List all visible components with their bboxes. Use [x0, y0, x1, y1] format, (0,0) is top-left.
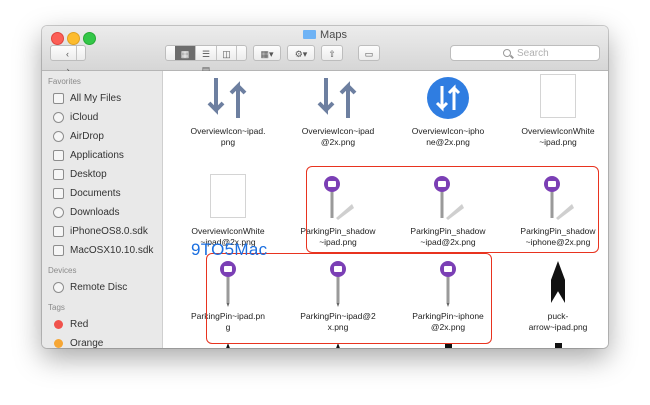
red-tag-icon — [54, 320, 63, 329]
arrange-button[interactable]: ▦▾ — [253, 45, 281, 61]
file-item[interactable]: OverviewIcon~ipad @2x.png — [283, 74, 393, 148]
share-icon: ⇧ — [328, 49, 336, 59]
all-files-icon — [53, 93, 64, 104]
sidebar-item-remote-disc[interactable]: Remote Disc — [42, 278, 162, 297]
finder-window: Maps ‹› ▦ ☰ ◫▤ ▦▾ ⚙▾ ⇧ ▭ Search Favorites … — [42, 26, 608, 348]
gray-overview-icon — [206, 74, 250, 122]
sidebar: Favorites All My Files iCloud AirDrop Ap… — [42, 71, 163, 348]
disc-icon — [53, 282, 64, 293]
blank-image-icon — [536, 74, 580, 122]
applications-icon — [53, 150, 64, 161]
file-name: OverviewIcon~ipad @2x.png — [301, 126, 375, 147]
action-button[interactable]: ⚙▾ — [287, 45, 315, 61]
airdrop-icon — [53, 131, 64, 142]
tags-button[interactable]: ▭ — [358, 45, 380, 61]
file-item[interactable]: puck- arrow~ipad.png — [503, 259, 608, 333]
sidebar-item-all-my-files[interactable]: All My Files — [42, 89, 162, 108]
file-name: OverviewIconWhite ~ipad.png — [521, 126, 595, 147]
sidebar-item-tag-red[interactable]: Red — [42, 315, 162, 334]
highlight-shadow-pins — [306, 166, 599, 253]
sidebar-item-macosx-sdk[interactable]: MacOSX10.10.sdk — [42, 241, 162, 260]
sidebar-item-desktop[interactable]: Desktop — [42, 165, 162, 184]
sidebar-item-applications[interactable]: Applications — [42, 146, 162, 165]
blank-image-icon — [206, 174, 250, 222]
file-item[interactable] — [503, 341, 608, 348]
sidebar-item-iphoneos-sdk[interactable]: iPhoneOS8.0.sdk — [42, 222, 162, 241]
sidebar-item-tag-orange[interactable]: Orange — [42, 334, 162, 348]
window-title: Maps — [42, 29, 608, 41]
search-placeholder: Search — [517, 48, 549, 59]
sidebar-item-airdrop[interactable]: AirDrop — [42, 127, 162, 146]
file-item[interactable]: OverviewIconWhite ~ipad.png — [503, 74, 608, 148]
sidebar-item-icloud[interactable]: iCloud — [42, 108, 162, 127]
file-item[interactable]: OverviewIcon~ipad. png — [173, 74, 283, 148]
cloud-icon — [53, 112, 64, 123]
search-icon — [503, 49, 511, 57]
desktop-icon — [53, 169, 64, 180]
puck-arrow-icon — [536, 259, 580, 307]
arrange-grid-icon: ▦▾ — [260, 49, 274, 59]
file-item[interactable]: OverviewIconWhite ~ipad@2x.png — [173, 174, 283, 248]
title-bar: Maps ‹› ▦ ☰ ◫▤ ▦▾ ⚙▾ ⇧ ▭ Search — [42, 26, 608, 75]
gray-overview-icon — [316, 74, 360, 122]
sidebar-item-downloads[interactable]: Downloads — [42, 203, 162, 222]
icon-view-button[interactable]: ▦ — [175, 46, 196, 60]
file-name: puck- arrow~ipad.png — [528, 311, 588, 332]
file-name: OverviewIcon~ipad. png — [190, 126, 266, 147]
blue-overview-icon — [426, 74, 470, 122]
file-item[interactable]: OverviewIcon~ipho ne@2x.png — [393, 74, 503, 148]
folder-icon — [303, 30, 317, 39]
pedestrian-icon — [536, 341, 580, 348]
sidebar-item-documents[interactable]: Documents — [42, 184, 162, 203]
share-button[interactable]: ⇧ — [321, 45, 343, 61]
downloads-icon — [53, 207, 64, 218]
file-name: OverviewIcon~ipho ne@2x.png — [411, 126, 485, 147]
view-mode-control: ▦ ☰ ◫▤ — [165, 45, 247, 75]
folder-icon — [53, 226, 64, 237]
back-button[interactable]: ‹ — [59, 46, 77, 60]
list-view-button[interactable]: ☰ — [196, 46, 217, 60]
file-grid: OverviewIcon~ipad. png OverviewIcon~ipad… — [163, 71, 608, 348]
tag-icon: ▭ — [364, 49, 374, 59]
search-field[interactable]: Search — [450, 45, 600, 61]
documents-icon — [53, 188, 64, 199]
highlight-parking-pins — [206, 253, 492, 344]
watermark: 9TO5Mac — [191, 240, 268, 259]
orange-tag-icon — [54, 339, 63, 348]
column-view-button[interactable]: ◫ — [217, 46, 237, 60]
gear-icon: ⚙▾ — [294, 49, 308, 59]
folder-icon — [53, 245, 64, 256]
tags-header: Tags — [48, 303, 65, 312]
favorites-header: Favorites — [48, 77, 81, 86]
devices-header: Devices — [48, 266, 77, 275]
nav-buttons: ‹› — [50, 45, 86, 75]
